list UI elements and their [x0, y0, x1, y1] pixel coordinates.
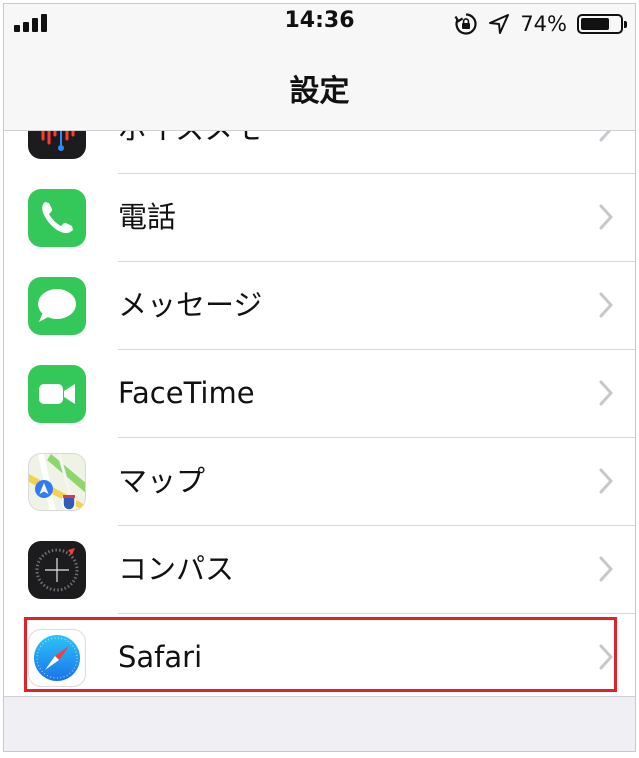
location-arrow-icon — [488, 13, 510, 35]
navigation-bar: 設定 — [4, 44, 635, 131]
maps-icon — [28, 453, 86, 511]
safari-icon — [28, 629, 86, 687]
page-title: 設定 — [289, 74, 350, 109]
screen: 14:36 74% 設定 電話 メッセージ FaceTime マップ コンパス … — [3, 3, 636, 752]
chevron-right-icon — [599, 204, 613, 230]
row-label: 電話 — [118, 200, 177, 234]
row-label: FaceTime — [118, 376, 255, 410]
settings-row-maps[interactable]: マップ — [4, 438, 635, 526]
status-indicators: 74% — [454, 10, 627, 38]
settings-list[interactable]: ボイスメモ 電話 — [4, 131, 635, 696]
settings-row-compass[interactable]: コンパス — [4, 526, 635, 614]
settings-row-voice-memos[interactable]: ボイスメモ — [4, 131, 635, 174]
phone-icon — [28, 189, 86, 247]
row-label: Safari — [118, 640, 203, 674]
chevron-right-icon — [599, 468, 613, 494]
settings-row-messages[interactable]: メッセージ — [4, 262, 635, 350]
chevron-right-icon — [599, 380, 613, 406]
facetime-icon — [28, 365, 86, 423]
chevron-right-icon — [599, 644, 613, 670]
status-bar: 14:36 74% — [4, 4, 635, 44]
settings-row-safari[interactable]: Safari — [4, 614, 635, 696]
settings-row-phone[interactable]: 電話 — [4, 174, 635, 262]
chevron-right-icon — [599, 292, 613, 318]
chevron-right-icon — [599, 131, 612, 142]
messages-icon — [28, 277, 86, 335]
row-label: コンパス — [118, 552, 235, 586]
row-label: マップ — [118, 464, 206, 498]
rotation-lock-icon — [454, 12, 478, 36]
battery-percentage: 74% — [520, 12, 567, 36]
chevron-right-icon — [599, 556, 613, 582]
settings-row-facetime[interactable]: FaceTime — [4, 350, 635, 438]
battery-icon — [577, 14, 627, 34]
compass-icon — [28, 541, 86, 599]
list-footer — [4, 696, 635, 751]
row-label: ボイスメモ — [118, 131, 262, 147]
voice-memo-icon — [28, 131, 86, 159]
row-label: メッセージ — [118, 288, 263, 322]
battery-fill — [581, 18, 609, 30]
